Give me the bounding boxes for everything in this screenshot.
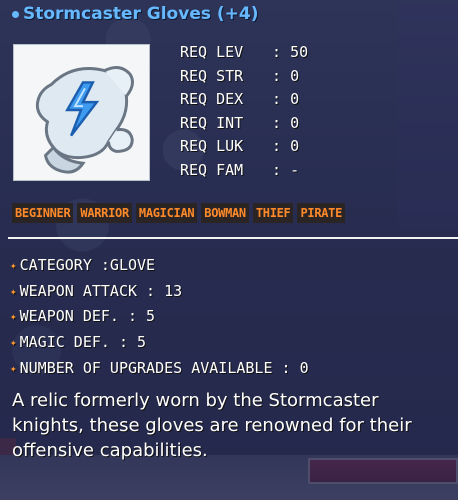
bullet-icon: ✦ [10,361,17,375]
req-value: 0 [290,137,300,155]
req-row: REQ DEX: 0 [180,88,308,112]
bullet-icon: ✦ [10,310,17,324]
req-value: 50 [290,43,309,61]
stat-text: WEAPON DEF. : 5 [19,307,156,326]
req-separator: : [272,90,291,108]
req-row: REQ STR: 0 [180,65,308,89]
stat-row: ✦ NUMBER OF UPGRADES AVAILABLE : 0 [10,356,309,382]
stat-text: CATEGORY :GLOVE [19,256,156,274]
requirements-list: REQ LEV: 50 REQ STR: 0 REQ DEX: 0 REQ IN… [180,41,308,182]
req-separator: : [272,113,291,132]
stat-text: MAGIC DEF. : 5 [19,333,147,352]
item-title: Stormcaster Gloves (+4) [12,4,259,24]
item-tooltip: Stormcaster Gloves (+4) REQ LEV: 50 REQ … [0,0,458,500]
req-row: REQ LEV: 50 [180,41,308,65]
stat-row: ✦ WEAPON DEF. : 5 [10,304,309,330]
req-label: REQ LUK [180,137,244,155]
stat-row: ✦ WEAPON ATTACK : 13 [10,279,309,305]
bullet-icon: ✦ [10,284,17,298]
req-value: 0 [290,113,300,132]
tooltip-divider [8,237,458,239]
req-label: REQ FAM [180,160,244,179]
lightning-glove-icon [35,66,134,174]
job-badge-magician: MAGICIAN [135,203,198,223]
job-badge-thief: THIEF [252,203,294,223]
req-separator: : [272,43,291,61]
req-label: REQ DEX [180,90,244,108]
job-badge-beginner: BEGINNER [12,203,74,223]
req-label: REQ LEV [180,43,244,61]
item-icon-frame [13,44,150,181]
req-row: REQ INT: 0 [180,112,308,136]
stat-row: ✦ CATEGORY :GLOVE [10,253,309,279]
job-badge-pirate: PIRATE [297,203,346,223]
req-value: 0 [290,90,300,108]
req-value: 0 [290,66,300,85]
job-badge-warrior: WARRIOR [77,203,132,223]
stat-row: ✦ MAGIC DEF. : 5 [10,330,309,356]
req-value: - [290,160,300,179]
job-badge-bowman: BOWMAN [201,203,249,223]
req-label: REQ INT [180,113,244,132]
bullet-icon: ✦ [10,336,17,350]
req-separator: : [272,160,291,179]
stat-text: NUMBER OF UPGRADES AVAILABLE : 0 [19,358,309,377]
title-bullet-icon [12,10,19,18]
req-separator: : [272,137,291,155]
item-title-text: Stormcaster Gloves (+4) [23,4,259,24]
item-description: A relic formerly worn by the Stormcaster… [12,390,412,461]
req-label: REQ STR [180,66,244,85]
req-row: REQ LUK: 0 [180,135,308,159]
stat-text: WEAPON ATTACK : 13 [19,281,183,300]
req-row: REQ FAM: - [180,159,308,183]
req-separator: : [272,66,291,85]
bullet-icon: ✦ [10,259,17,272]
job-badges: BEGINNER WARRIOR MAGICIAN BOWMAN THIEF P… [12,203,346,223]
item-stats: ✦ CATEGORY :GLOVE ✦ WEAPON ATTACK : 13 ✦ WE… [10,253,309,382]
